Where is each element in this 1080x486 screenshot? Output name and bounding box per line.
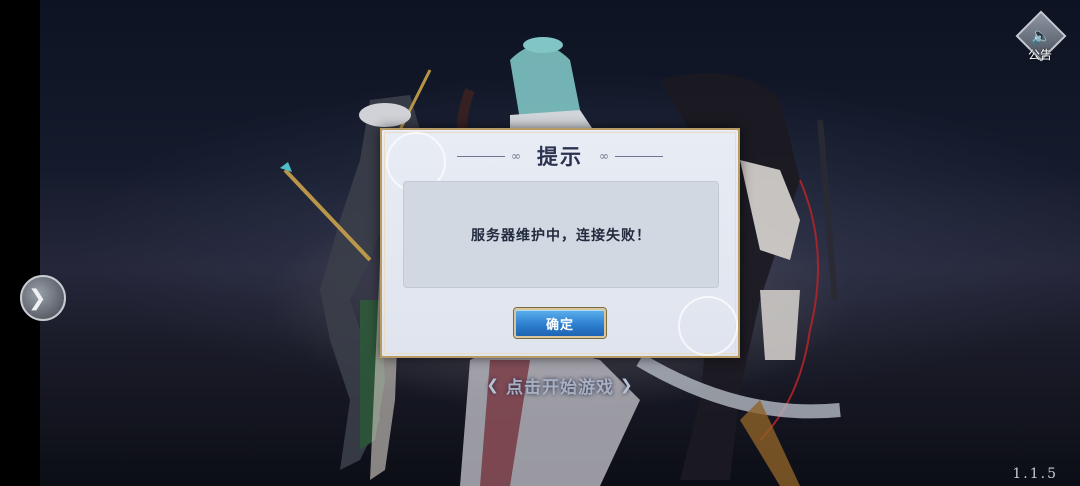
version-label: 1.1.5 [1012,466,1058,482]
side-panel-toggle-button[interactable]: ❯ [20,275,66,321]
chevron-right-icon: ❯ [620,376,634,394]
dialog-title: 提示 [537,144,583,169]
dialog-corner-ornament [380,128,390,138]
game-screen: ❯ 🔈 公告 ❮ 点击开始游戏 ❯ 1.1.5 ∞ 提示 ∞ 服务器维护中，连接… [0,0,1080,486]
message-box: 服务器维护中，连接失败！ [403,181,719,288]
dialog-corner-ornament [730,128,740,138]
dialog-corner-ornament [380,348,390,358]
dialog-message: 服务器维护中，连接失败！ [471,227,651,244]
speaker-icon: 🔈 [1031,26,1051,45]
dialog-corner-ornament [730,348,740,358]
notice-dialog: ∞ 提示 ∞ 服务器维护中，连接失败！ 确定 [380,128,740,358]
start-game-prompt[interactable]: ❮ 点击开始游戏 ❯ [470,370,650,400]
dialog-header: ∞ 提示 ∞ [382,140,738,172]
title-divider-right [615,155,663,157]
start-game-label: 点击开始游戏 [506,377,614,398]
announcement-label: 公告 [1027,48,1052,62]
double-chevron-right-icon: ❯ [28,285,47,311]
decorative-swirl [678,296,738,356]
announcement-button[interactable]: 🔈 公告 [1015,10,1067,66]
ornament-icon: ∞ [511,149,521,163]
chevron-left-icon: ❮ [486,376,500,394]
confirm-button[interactable]: 确定 [514,308,606,338]
ornament-icon: ∞ [599,149,609,163]
title-divider-left [457,155,505,157]
